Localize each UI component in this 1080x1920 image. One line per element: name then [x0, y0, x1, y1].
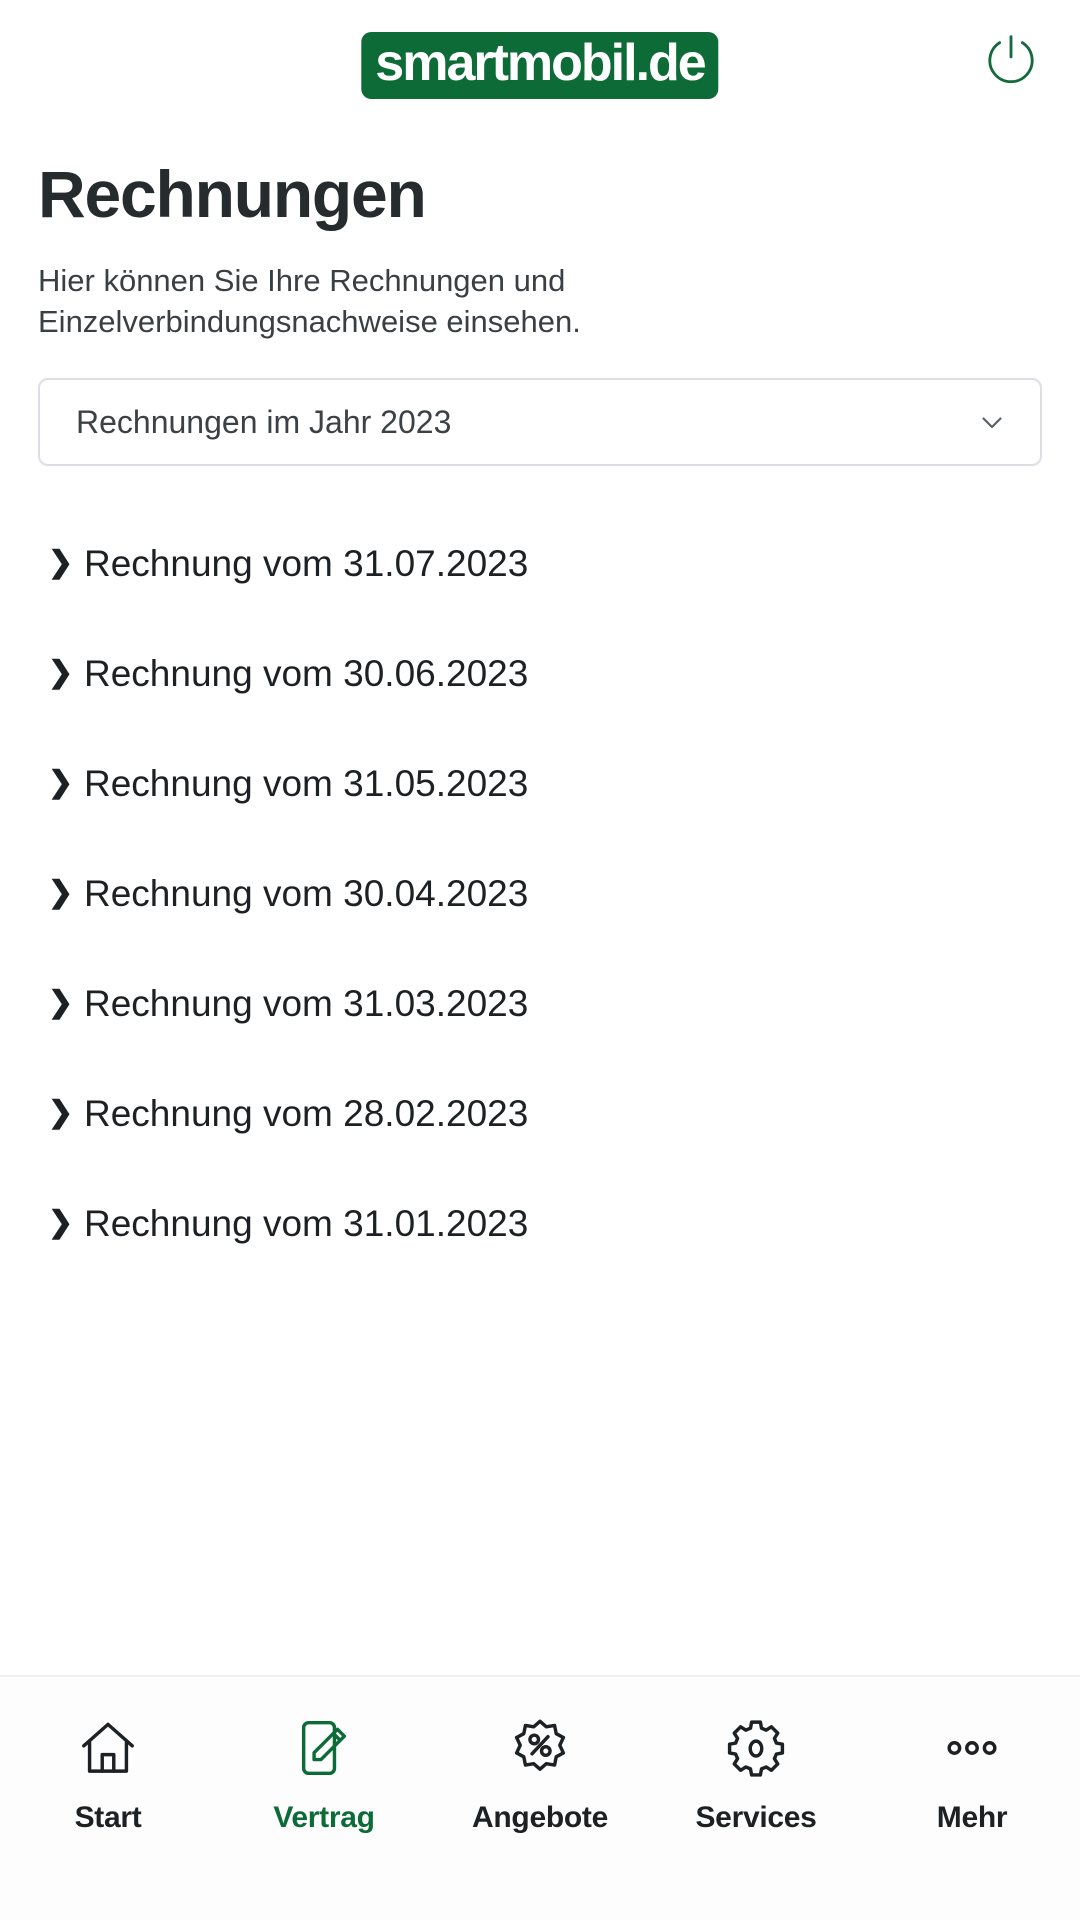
nav-item-label: Mehr: [936, 1801, 1008, 1834]
brand-logo[interactable]: smartmobil.de: [361, 32, 719, 99]
invoice-item-label: Rechnung vom 31.07.2023: [84, 542, 529, 584]
page-description: Hier können Sie Ihre Rechnungen und Einz…: [38, 262, 581, 339]
contract-edit-icon: [291, 1711, 357, 1785]
invoice-item-label: Rechnung vom 30.06.2023: [84, 652, 529, 694]
invoice-item-label: Rechnung vom 31.05.2023: [84, 762, 529, 804]
chevron-right-icon: ❯: [48, 1096, 74, 1130]
bottom-navigation: Start Vertrag Angebote Services Mehr: [0, 1675, 1080, 1920]
nav-item-label: Vertrag: [273, 1801, 375, 1834]
nav-item-vertrag[interactable]: Vertrag: [216, 1711, 432, 1835]
nav-item-label: Angebote: [472, 1801, 608, 1834]
gear-icon: [723, 1711, 789, 1785]
nav-item-angebote[interactable]: Angebote: [432, 1711, 648, 1835]
chevron-right-icon: ❯: [48, 546, 74, 580]
chevron-right-icon: ❯: [48, 1206, 74, 1240]
invoice-list-item[interactable]: ❯ Rechnung vom 31.03.2023: [38, 948, 1042, 1058]
invoice-list-item[interactable]: ❯ Rechnung vom 30.06.2023: [38, 618, 1042, 728]
invoice-item-label: Rechnung vom 31.03.2023: [84, 982, 529, 1024]
year-filter-select[interactable]: Rechnungen im Jahr 2023: [38, 378, 1042, 467]
invoice-item-label: Rechnung vom 28.02.2023: [84, 1092, 529, 1134]
chevron-down-icon: [972, 402, 1012, 442]
nav-item-label: Start: [74, 1801, 142, 1834]
invoice-list-item[interactable]: ❯ Rechnung vom 30.04.2023: [38, 838, 1042, 948]
nav-item-mehr[interactable]: Mehr: [864, 1711, 1080, 1835]
app-screen: smartmobil.de Rechnungen Hier können Sie…: [0, 0, 1080, 1920]
home-icon: [75, 1711, 141, 1785]
power-icon[interactable]: [978, 28, 1044, 94]
nav-item-label: Services: [695, 1801, 817, 1834]
invoice-list-item[interactable]: ❯ Rechnung vom 31.07.2023: [38, 508, 1042, 618]
app-header: smartmobil.de: [0, 0, 1080, 130]
chevron-right-icon: ❯: [48, 876, 74, 910]
page-title: Rechnungen: [38, 157, 427, 231]
invoice-item-label: Rechnung vom 31.01.2023: [84, 1202, 529, 1244]
year-filter-value: Rechnungen im Jahr 2023: [76, 403, 452, 440]
invoice-list: ❯ Rechnung vom 31.07.2023 ❯ Rechnung vom 30…: [38, 508, 1042, 1278]
chevron-right-icon: ❯: [48, 656, 74, 690]
chevron-right-icon: ❯: [48, 986, 74, 1020]
nav-item-start[interactable]: Start: [0, 1711, 216, 1835]
invoice-item-label: Rechnung vom 30.04.2023: [84, 872, 529, 914]
percent-badge-icon: [507, 1711, 573, 1785]
chevron-right-icon: ❯: [48, 766, 74, 800]
invoice-list-item[interactable]: ❯ Rechnung vom 31.05.2023: [38, 728, 1042, 838]
ellipsis-icon: [939, 1711, 1005, 1785]
invoice-list-item[interactable]: ❯ Rechnung vom 31.01.2023: [38, 1168, 1042, 1278]
brand-logo-text: smartmobil.de: [375, 34, 706, 92]
invoice-list-item[interactable]: ❯ Rechnung vom 28.02.2023: [38, 1058, 1042, 1168]
page-content: Rechnungen Hier können Sie Ihre Rechnung…: [0, 130, 1080, 1675]
nav-item-services[interactable]: Services: [648, 1711, 864, 1835]
